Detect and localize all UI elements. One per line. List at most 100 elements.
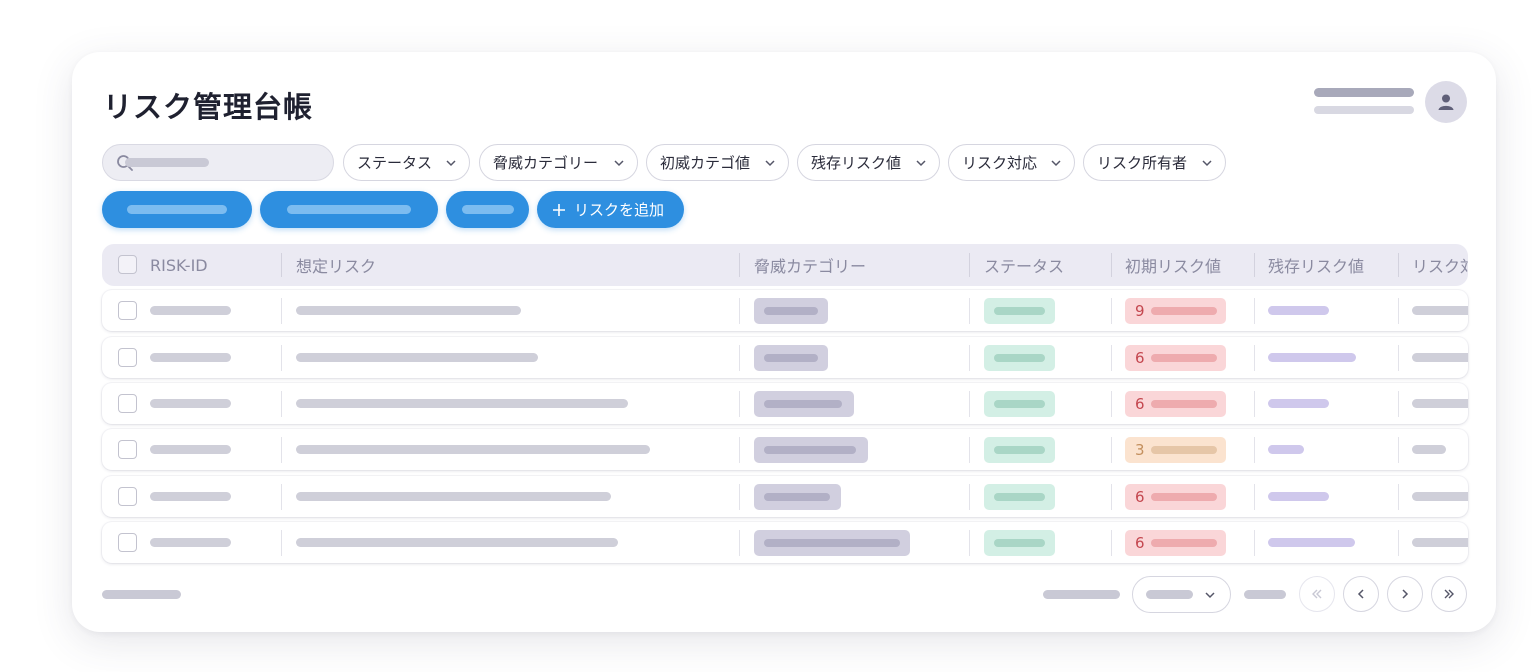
column-header-status[interactable]: ステータス [984, 244, 1064, 286]
residual-risk-placeholder [1268, 492, 1329, 501]
chip-placeholder [764, 307, 818, 315]
results-count-placeholder [102, 590, 181, 599]
column-header-initial-risk[interactable]: 初期リスク値 [1125, 244, 1221, 286]
chip-placeholder [994, 307, 1045, 315]
residual-risk-placeholder [1268, 306, 1329, 315]
column-divider [739, 484, 740, 510]
row-checkbox[interactable] [118, 487, 137, 506]
last-page-button[interactable] [1431, 576, 1467, 612]
column-divider [1111, 253, 1112, 277]
rows-per-page-placeholder [1043, 590, 1120, 599]
initial-risk-badge: 3 [1125, 437, 1226, 463]
filter-risk-owner[interactable]: リスク所有者 [1083, 144, 1226, 181]
threat-category-chip [754, 437, 868, 463]
chevron-left-icon [1357, 589, 1364, 599]
table-row[interactable]: 6 [102, 383, 1468, 424]
column-divider [1111, 391, 1112, 417]
table-row[interactable]: 6 [102, 476, 1468, 517]
page-size-select[interactable] [1132, 576, 1231, 613]
table-row[interactable]: 3 [102, 429, 1468, 470]
column-header-risk-id[interactable]: RISK-ID [150, 244, 208, 286]
risk-response-placeholder [1412, 306, 1468, 315]
filter-initial-value-label: 初威カテゴ値 [660, 154, 751, 172]
column-divider [281, 298, 282, 324]
previous-page-button[interactable] [1343, 576, 1379, 612]
initial-risk-value: 6 [1135, 488, 1145, 506]
row-checkbox[interactable] [118, 348, 137, 367]
column-divider [739, 437, 740, 463]
column-header-threat-category[interactable]: 脅威カテゴリー [754, 244, 866, 286]
filter-risk-response-label: リスク対応 [962, 154, 1038, 172]
column-divider [1254, 253, 1255, 277]
avatar[interactable] [1425, 81, 1467, 123]
initial-risk-value: 6 [1135, 534, 1145, 552]
double-chevron-left-icon [1312, 589, 1322, 599]
column-divider [739, 391, 740, 417]
residual-risk-placeholder [1268, 538, 1355, 547]
residual-risk-placeholder [1268, 399, 1329, 408]
column-header-assumed-risk[interactable]: 想定リスク [296, 244, 376, 286]
column-divider [969, 391, 970, 417]
filter-initial-value[interactable]: 初威カテゴ値 [646, 144, 789, 181]
filter-threat-category-label: 脅威カテゴリー [493, 154, 599, 172]
filter-residual-risk-label: 残存リスク値 [811, 154, 902, 172]
risk-register-card: リスク管理台帳 ステータス 脅威カテゴリー 初威カテゴ値 残存リスク値 リスク対… [72, 52, 1496, 632]
filter-risk-response[interactable]: リスク対応 [948, 144, 1075, 181]
column-divider [969, 530, 970, 556]
add-risk-button[interactable]: リスクを追加 [537, 191, 684, 228]
user-icon [1438, 94, 1454, 110]
residual-risk-placeholder [1268, 445, 1304, 454]
column-divider [969, 437, 970, 463]
status-chip [984, 391, 1055, 417]
table-row[interactable]: 6 [102, 337, 1468, 378]
initial-risk-badge: 6 [1125, 391, 1226, 417]
chip-placeholder [764, 539, 900, 547]
add-risk-label: リスクを追加 [574, 201, 665, 219]
chip-placeholder [994, 539, 1045, 547]
column-divider [1254, 391, 1255, 417]
initial-risk-value: 9 [1135, 302, 1145, 320]
action-button-1[interactable] [102, 191, 252, 228]
table-row[interactable]: 9 [102, 290, 1468, 331]
action-button-3[interactable] [446, 191, 529, 228]
column-divider [969, 298, 970, 324]
row-checkbox[interactable] [118, 394, 137, 413]
search-input[interactable] [102, 144, 334, 181]
first-page-button[interactable] [1299, 576, 1335, 612]
row-checkbox[interactable] [118, 440, 137, 459]
column-header-residual-risk[interactable]: 残存リスク値 [1268, 244, 1364, 286]
column-header-risk-response[interactable]: リスク対 [1412, 244, 1468, 286]
risk-id-placeholder [150, 399, 231, 408]
row-checkbox[interactable] [118, 301, 137, 320]
status-chip [984, 437, 1055, 463]
next-page-button[interactable] [1387, 576, 1423, 612]
initial-risk-badge: 9 [1125, 298, 1226, 324]
filter-residual-risk[interactable]: 残存リスク値 [797, 144, 940, 181]
chip-placeholder [1151, 493, 1217, 501]
chevron-down-icon [1205, 592, 1215, 599]
threat-category-chip [754, 484, 841, 510]
filter-status-label: ステータス [357, 154, 433, 172]
column-divider [1111, 345, 1112, 371]
risk-response-placeholder [1412, 399, 1468, 408]
filter-status[interactable]: ステータス [343, 144, 470, 181]
column-divider [281, 253, 282, 277]
table-row[interactable]: 6 [102, 522, 1468, 563]
assumed-risk-placeholder [296, 399, 628, 408]
double-chevron-right-icon [1444, 589, 1454, 599]
select-all-checkbox[interactable] [118, 255, 137, 274]
action-button-2[interactable] [260, 191, 438, 228]
filter-threat-category[interactable]: 脅威カテゴリー [479, 144, 638, 181]
row-checkbox[interactable] [118, 533, 137, 552]
column-divider [1398, 345, 1399, 371]
risk-id-placeholder [150, 445, 231, 454]
residual-risk-placeholder [1268, 353, 1356, 362]
column-divider [1398, 530, 1399, 556]
column-divider [1111, 484, 1112, 510]
risk-id-placeholder [150, 538, 231, 547]
status-chip [984, 484, 1055, 510]
chip-placeholder [994, 400, 1045, 408]
column-divider [739, 345, 740, 371]
threat-category-chip [754, 530, 910, 556]
chip-placeholder [764, 493, 830, 501]
